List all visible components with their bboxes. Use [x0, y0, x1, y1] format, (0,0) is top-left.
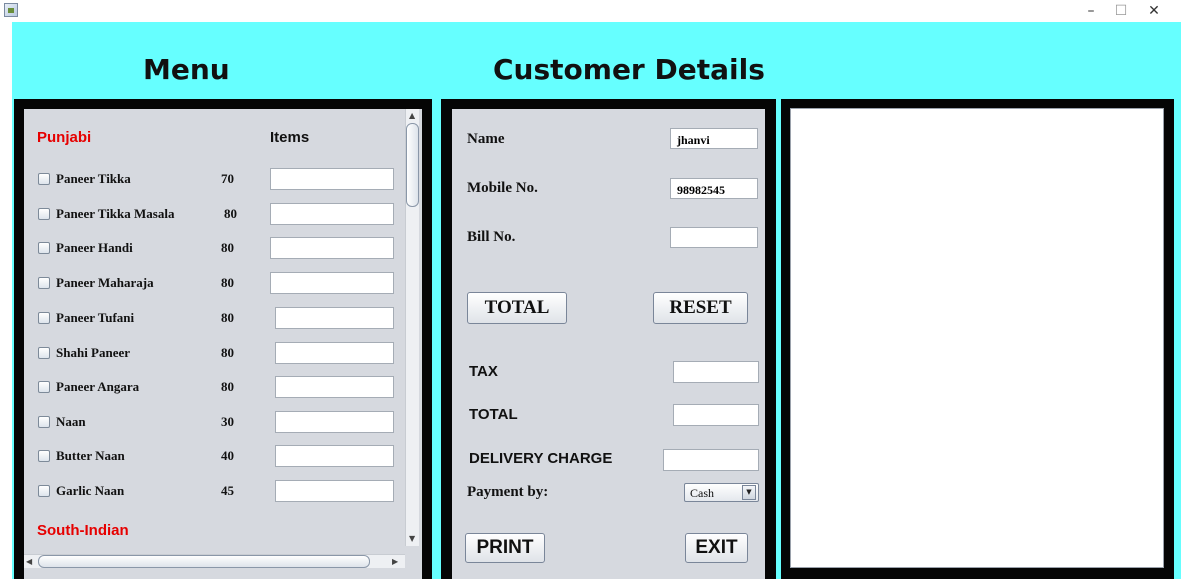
qty-field-paneer-handi[interactable]: [270, 237, 394, 259]
checkbox-garlic-naan[interactable]: [38, 485, 50, 497]
checkbox-shahi-paneer[interactable]: [38, 347, 50, 359]
chevron-down-icon[interactable]: ▼: [742, 485, 756, 500]
checkbox-paneer-tikka-masala[interactable]: [38, 208, 50, 220]
item-price: 30: [221, 414, 234, 429]
delivery-charge-field[interactable]: [663, 449, 759, 471]
total-label: TOTAL: [469, 406, 518, 423]
customer-details-heading: Customer Details: [493, 53, 765, 86]
delivery-charge-label: DELIVERY CHARGE: [469, 450, 613, 467]
reset-button[interactable]: RESET: [653, 292, 748, 324]
exit-button[interactable]: EXIT: [685, 533, 748, 563]
window-titlebar: – ☐ ✕: [0, 0, 1181, 22]
item-price: 40: [221, 448, 234, 463]
item-label: Paneer Angara: [56, 379, 140, 394]
item-price: 80: [221, 310, 234, 325]
payment-selected-value: Cash: [690, 486, 714, 500]
item-price: 80: [221, 240, 234, 255]
bill-number-field[interactable]: [670, 227, 758, 248]
item-label: Paneer Tikka Masala: [56, 206, 175, 221]
qty-field-paneer-tikka-masala[interactable]: [270, 203, 394, 225]
category-south-indian: South-Indian: [37, 522, 129, 539]
qty-field-paneer-angara[interactable]: [275, 376, 394, 398]
name-field[interactable]: jhanvi: [670, 128, 758, 149]
vertical-scrollbar[interactable]: ▲ ▼: [405, 109, 419, 546]
mobile-field[interactable]: 98982545: [670, 178, 758, 199]
qty-field-paneer-maharaja[interactable]: [270, 272, 394, 294]
scroll-up-arrow-icon[interactable]: ▲: [409, 111, 415, 120]
print-button[interactable]: PRINT: [465, 533, 545, 563]
item-label: Shahi Paneer: [56, 345, 131, 360]
item-label: Garlic Naan: [56, 483, 125, 498]
item-price: 80: [221, 379, 234, 394]
item-label: Paneer Tikka: [56, 171, 131, 186]
item-price: 45: [221, 483, 234, 498]
checkbox-paneer-handi[interactable]: [38, 242, 50, 254]
app-icon: [4, 3, 18, 17]
horizontal-scroll-thumb[interactable]: [38, 555, 370, 568]
qty-field-butter-naan[interactable]: [275, 445, 394, 467]
horizontal-scrollbar[interactable]: ◀ ▶: [24, 554, 405, 568]
item-price: 80: [221, 345, 234, 360]
maximize-button[interactable]: ☐: [1103, 0, 1139, 22]
bill-text-area[interactable]: [790, 108, 1164, 568]
qty-field-paneer-tufani[interactable]: [275, 307, 394, 329]
qty-field-naan[interactable]: [275, 411, 394, 433]
category-punjabi: Punjabi: [37, 129, 92, 146]
checkbox-paneer-maharaja[interactable]: [38, 277, 50, 289]
tax-label: TAX: [469, 363, 498, 380]
item-label: Paneer Maharaja: [56, 275, 154, 290]
vertical-scroll-thumb[interactable]: [406, 123, 419, 207]
qty-field-garlic-naan[interactable]: [275, 480, 394, 502]
scroll-right-arrow-icon[interactable]: ▶: [392, 557, 398, 566]
qty-field-shahi-paneer[interactable]: [275, 342, 394, 364]
payment-label: Payment by:: [467, 484, 549, 500]
items-header: Items: [270, 129, 310, 146]
menu-heading: Menu: [143, 53, 230, 86]
total-field[interactable]: [673, 404, 759, 426]
bill-panel: [781, 99, 1174, 579]
item-label: Naan: [56, 414, 86, 429]
item-price: 80: [221, 275, 234, 290]
total-button[interactable]: TOTAL: [467, 292, 567, 324]
checkbox-paneer-tikka[interactable]: [38, 173, 50, 185]
item-label: Butter Naan: [56, 448, 125, 463]
item-label: Paneer Handi: [56, 240, 133, 255]
customer-panel: [441, 99, 776, 579]
mobile-label: Mobile No.: [467, 180, 538, 196]
checkbox-naan[interactable]: [38, 416, 50, 428]
name-label: Name: [467, 131, 505, 147]
checkbox-paneer-tufani[interactable]: [38, 312, 50, 324]
checkbox-paneer-angara[interactable]: [38, 381, 50, 393]
item-label: Paneer Tufani: [56, 310, 135, 325]
scroll-down-arrow-icon[interactable]: ▼: [409, 534, 415, 543]
qty-field-paneer-tikka[interactable]: [270, 168, 394, 190]
bill-number-label: Bill No.: [467, 229, 516, 245]
checkbox-butter-naan[interactable]: [38, 450, 50, 462]
item-price: 70: [221, 171, 234, 186]
payment-dropdown[interactable]: Cash ▼: [684, 483, 759, 502]
close-button[interactable]: ✕: [1136, 0, 1172, 22]
scroll-left-arrow-icon[interactable]: ◀: [26, 557, 32, 566]
tax-field[interactable]: [673, 361, 759, 383]
item-price: 80: [224, 206, 237, 221]
